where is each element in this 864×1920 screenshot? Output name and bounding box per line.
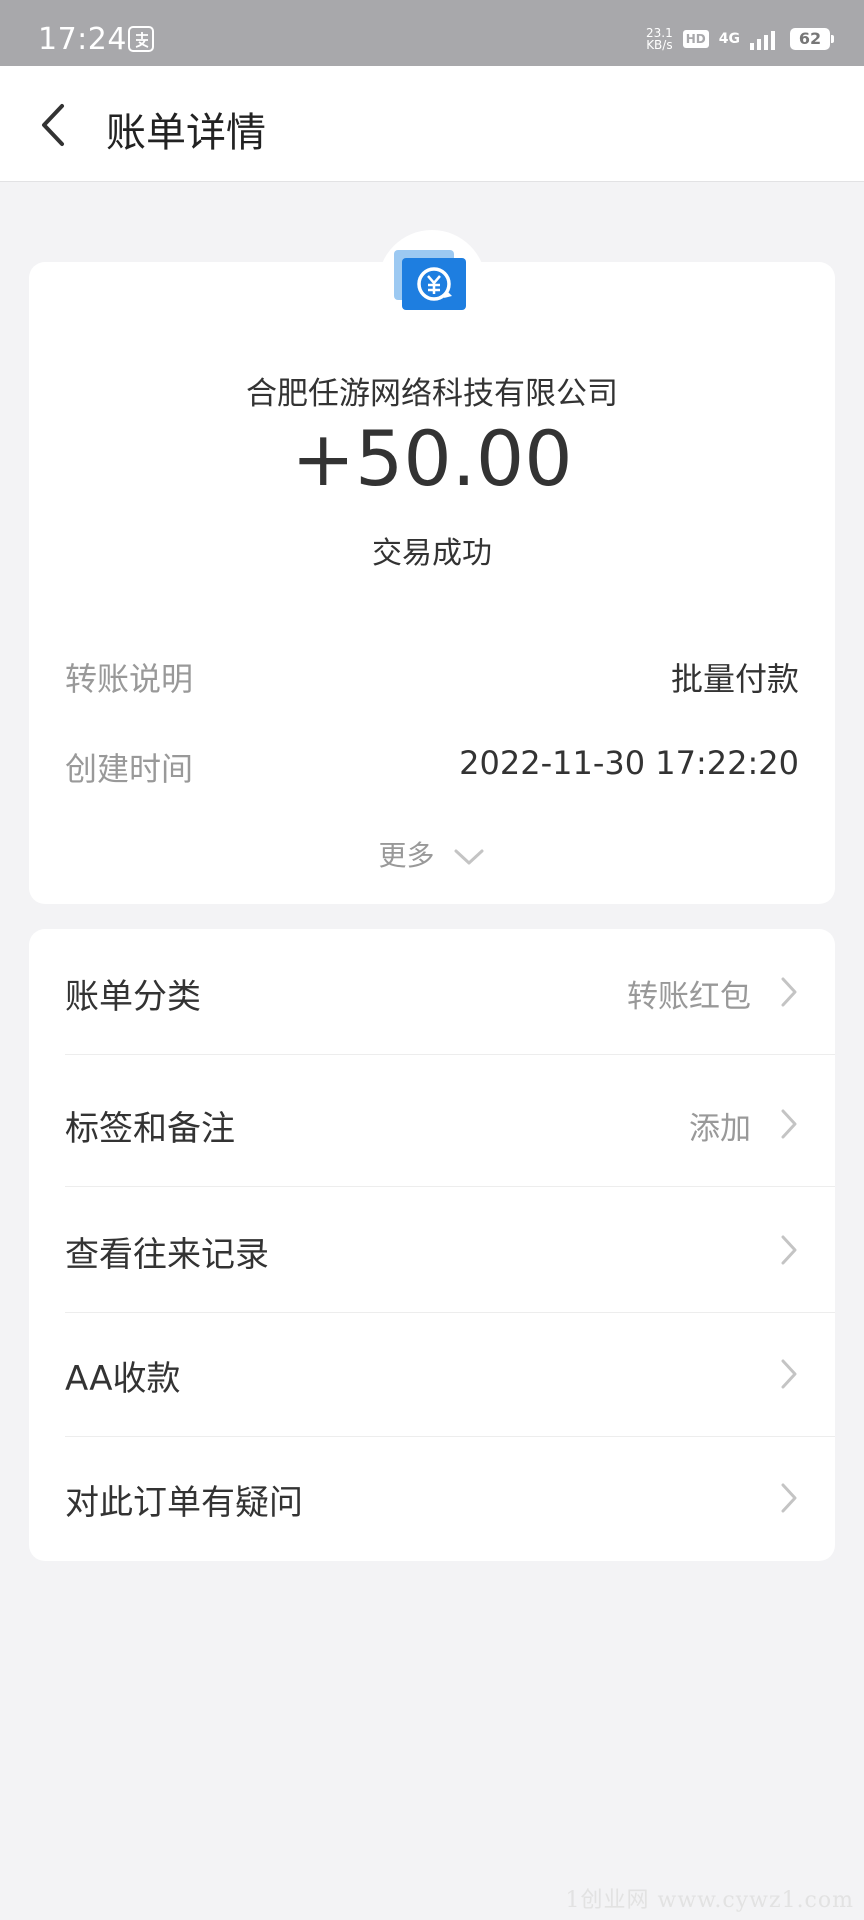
transaction-card: 合肥任游网络科技有限公司 +50.00 交易成功 <box>29 230 835 904</box>
alipay-icon <box>128 26 154 52</box>
list-item-label: 对此订单有疑问 <box>65 1483 303 1523</box>
net-speed: 23.1 KB/s <box>646 26 673 52</box>
more-button[interactable]: 更多 <box>0 834 864 874</box>
signal-icon <box>750 31 775 50</box>
battery-level: 62 <box>798 29 822 48</box>
detail-value: 批量付款 <box>670 660 799 698</box>
detail-label: 转账说明 <box>65 660 194 698</box>
chevron-down-icon <box>454 849 484 865</box>
list-item-history[interactable]: 查看往来记录 <box>29 1187 835 1313</box>
status-bar: 17:24 23.1 KB/s HD 4G 62 <box>0 0 864 66</box>
payer-name: 合肥任游网络科技有限公司 <box>246 376 618 412</box>
chevron-right-icon <box>781 1235 797 1265</box>
status-time: 17:24 <box>38 22 127 57</box>
nav-bar: 账单详情 <box>0 66 864 182</box>
chevron-left-icon[interactable] <box>36 100 70 150</box>
transfer-icon <box>394 250 466 310</box>
list-item-aa-collection[interactable]: AA收款 <box>29 1311 835 1437</box>
list-item-bill-category[interactable]: 账单分类 转账红包 <box>29 929 835 1055</box>
transaction-icon-wrap <box>378 230 486 338</box>
detail-row-description: 转账说明 批量付款 <box>65 654 799 698</box>
chevron-right-icon <box>781 1359 797 1389</box>
chevron-right-icon <box>781 1109 797 1139</box>
detail-value: 2022-11-30 17:22:20 <box>459 744 799 782</box>
divider <box>65 1054 835 1055</box>
list-item-tags-notes[interactable]: 标签和备注 添加 <box>29 1061 835 1187</box>
list-item-order-question[interactable]: 对此订单有疑问 <box>29 1435 835 1561</box>
page-title: 账单详情 <box>106 110 266 156</box>
network-type: 4G <box>718 31 740 47</box>
list-item-value: 添加 <box>689 1111 751 1147</box>
transaction-amount: +50.00 <box>291 414 573 503</box>
hd-badge: HD <box>682 30 709 48</box>
transaction-status: 交易成功 <box>372 536 492 571</box>
battery-icon: 62 <box>790 28 834 50</box>
list-item-label: 账单分类 <box>65 977 201 1017</box>
list-item-value: 转账红包 <box>627 979 751 1015</box>
detail-row-created-time: 创建时间 2022-11-30 17:22:20 <box>65 744 799 788</box>
chevron-right-icon <box>781 977 797 1007</box>
detail-label: 创建时间 <box>65 750 194 788</box>
options-card: 账单分类 转账红包 标签和备注 添加 查看往来记录 AA收款 对此订单有疑问 <box>29 929 835 1561</box>
list-item-label: 标签和备注 <box>65 1109 235 1149</box>
status-right: 23.1 KB/s HD 4G 62 <box>646 24 834 54</box>
list-item-label: 查看往来记录 <box>65 1235 269 1275</box>
list-item-label: AA收款 <box>65 1359 181 1399</box>
watermark: 1创业网 www.cywz1.com <box>565 1888 854 1913</box>
more-label: 更多 <box>378 839 435 872</box>
chevron-right-icon <box>781 1483 797 1513</box>
